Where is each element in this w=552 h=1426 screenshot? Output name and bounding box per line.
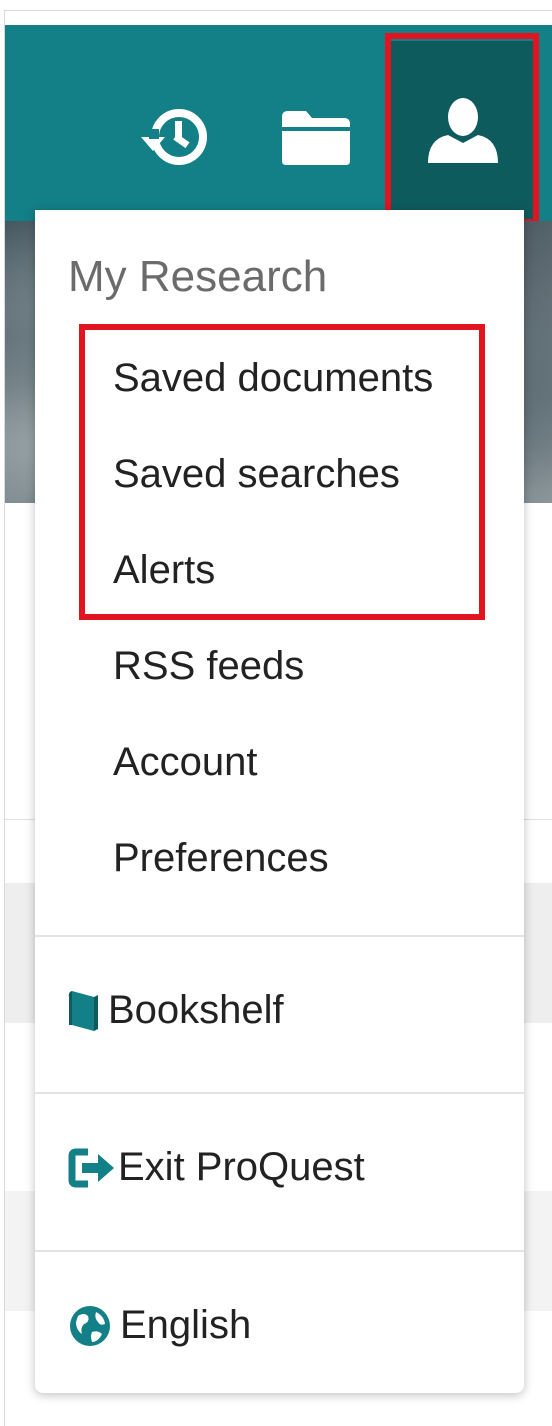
language-label: English [120,1303,252,1347]
folder-button[interactable] [271,77,361,197]
recent-searches-button[interactable] [131,77,221,197]
menu-item-saved-documents[interactable]: Saved documents [113,356,433,401]
globe-icon [68,1304,112,1348]
menu-divider [35,935,524,937]
menu-divider [35,1092,524,1094]
menu-item-saved-searches[interactable]: Saved searches [113,452,400,497]
menu-item-preferences[interactable]: Preferences [113,836,329,881]
menu-item-bookshelf[interactable]: Bookshelf [68,988,284,1033]
history-icon [141,109,207,165]
bookshelf-label: Bookshelf [108,988,284,1032]
menu-item-rss-feeds[interactable]: RSS feeds [113,644,304,689]
book-icon [68,989,100,1033]
menu-item-alerts[interactable]: Alerts [113,548,215,593]
menu-item-language[interactable]: English [68,1303,251,1348]
menu-item-account[interactable]: Account [113,740,258,785]
menu-divider [35,1250,524,1252]
exit-icon [68,1148,116,1188]
menu-heading: My Research [68,252,328,301]
my-research-dropdown: My Research Saved documents Saved search… [35,210,524,1393]
user-icon [428,98,498,163]
exit-label: Exit ProQuest [118,1145,365,1189]
folder-icon [282,111,350,165]
my-research-button[interactable] [390,41,536,221]
menu-item-exit-proquest[interactable]: Exit ProQuest [68,1145,365,1190]
